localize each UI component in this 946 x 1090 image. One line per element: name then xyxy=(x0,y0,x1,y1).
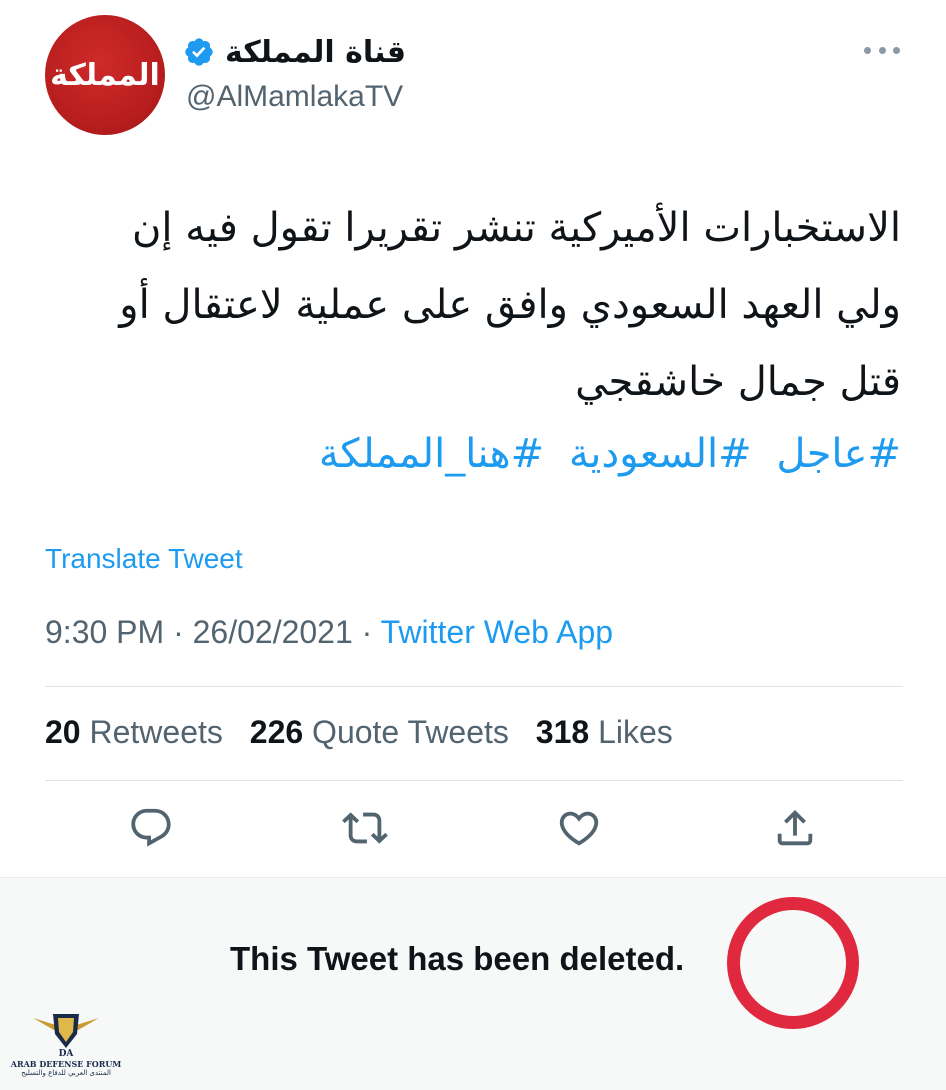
hashtag-link[interactable]: #هنا_المملكة xyxy=(319,431,544,477)
author-handle[interactable]: @AlMamlakaTV xyxy=(186,80,403,114)
tweet-text: الاستخبارات الأميركية تنشر تقريرا تقول ف… xyxy=(41,190,901,421)
meta-separator: · xyxy=(352,614,381,650)
verified-icon xyxy=(185,38,213,66)
watermark-title-en: ARAB DEFENSE FORUM xyxy=(10,1059,122,1069)
avatar[interactable]: المملكة xyxy=(45,15,165,135)
deleted-notice-text: This Tweet has been deleted. xyxy=(230,940,685,977)
engagement-stats: 20 Retweets 226 Quote Tweets 318 Likes xyxy=(45,714,673,751)
quotes-label: Quote Tweets xyxy=(312,714,509,750)
share-button[interactable] xyxy=(772,805,818,851)
retweet-button[interactable] xyxy=(342,805,388,851)
avatar-logo-text: المملكة xyxy=(50,57,161,93)
watermark-title-ar: المنتدى العربي للدفاع والتسليح xyxy=(21,1069,111,1077)
more-dot xyxy=(878,46,886,54)
tweet-source-link[interactable]: Twitter Web App xyxy=(381,614,613,650)
tweet-card: المملكة قناة المملكة @AlMamlakaTV الاستخ… xyxy=(0,0,946,877)
author-name-row[interactable]: قناة المملكة xyxy=(183,30,406,74)
likes-count: 318 xyxy=(535,714,590,750)
hashtag-list: #عاجل #السعودية #هنا_المملكة xyxy=(41,424,901,484)
tweet-time[interactable]: 9:30 PM xyxy=(45,614,164,650)
likes-stat[interactable]: 318 Likes xyxy=(536,714,673,750)
divider xyxy=(45,686,903,687)
tweet-text-line: الاستخبارات الأميركية تنشر تقريرا تقول ف… xyxy=(132,205,901,251)
tweet-text-line: ولي العهد السعودي وافق على عملية لاعتقال… xyxy=(119,282,901,328)
retweets-stat[interactable]: 20 Retweets xyxy=(45,714,223,750)
more-dot xyxy=(893,46,900,54)
quotes-count: 226 xyxy=(249,714,304,750)
author-display-name[interactable]: قناة المملكة xyxy=(225,35,406,70)
annotation-circle xyxy=(727,897,859,1029)
retweets-label: Retweets xyxy=(89,714,223,750)
tweet-text-line: قتل جمال خاشقجي xyxy=(575,359,901,405)
share-icon xyxy=(777,809,813,846)
meta-separator: · xyxy=(164,614,193,650)
tweet-actions xyxy=(0,805,946,855)
more-icon[interactable] xyxy=(864,40,900,60)
tweet-date[interactable]: 26/02/2021 xyxy=(193,614,353,650)
eagle-shield-logo-icon: DA xyxy=(33,1014,99,1058)
divider xyxy=(45,780,903,781)
retweets-count: 20 xyxy=(45,714,81,750)
more-dot xyxy=(864,46,871,54)
likes-label: Likes xyxy=(598,714,673,750)
like-icon xyxy=(559,811,599,846)
quotes-stat[interactable]: 226 Quote Tweets xyxy=(250,714,509,750)
tweet-metadata: 9:30 PM · 26/02/2021 · Twitter Web App xyxy=(45,614,613,651)
translate-tweet-link[interactable]: Translate Tweet xyxy=(45,543,243,575)
svg-text:DA: DA xyxy=(59,1049,75,1058)
hashtag-link[interactable]: #السعودية xyxy=(569,431,752,477)
hashtag-link[interactable]: #عاجل xyxy=(776,431,901,477)
reply-button[interactable] xyxy=(128,805,174,851)
like-button[interactable] xyxy=(556,805,602,851)
watermark: DA ARAB DEFENSE FORUM المنتدى العربي للد… xyxy=(6,1010,126,1088)
reply-icon xyxy=(131,808,171,847)
retweet-icon xyxy=(342,812,388,844)
